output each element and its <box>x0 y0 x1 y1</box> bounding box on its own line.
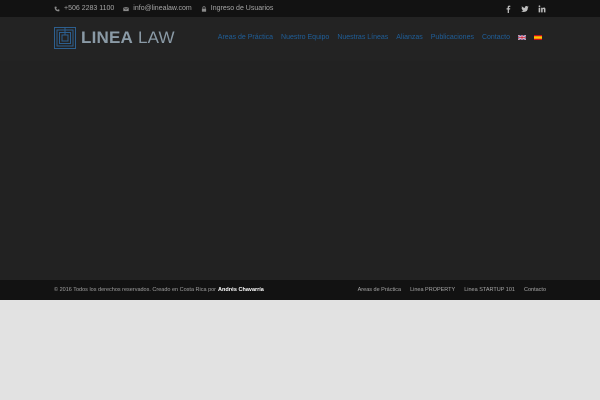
site-logo[interactable]: LINEA LAW <box>54 27 175 49</box>
email-item[interactable]: info@linealaw.com <box>123 5 192 12</box>
nav-item-nuestras-lineas[interactable]: Nuestras Líneas <box>337 34 388 41</box>
twitter-icon[interactable] <box>521 5 529 13</box>
author-link[interactable]: Andrés Chavarría <box>218 287 264 293</box>
footer-link-linea-startup[interactable]: Linea STARTUP 101 <box>464 287 515 293</box>
nav-item-areas-de-practica[interactable]: Areas de Práctica <box>218 34 273 41</box>
login-text: Ingreso de Usuarios <box>210 5 274 12</box>
envelope-icon <box>123 6 130 12</box>
main-nav: Areas de Práctica Nuestro Equipo Nuestra… <box>210 34 542 41</box>
facebook-icon[interactable] <box>504 5 512 13</box>
logo-word-linea: LINEA <box>81 28 133 47</box>
nav-item-alianzas[interactable]: Alianzas <box>396 34 422 41</box>
nav-item-contacto[interactable]: Contacto <box>482 34 510 41</box>
footer-link-areas-de-practica[interactable]: Areas de Práctica <box>358 287 401 293</box>
page-background <box>0 300 600 400</box>
footer-link-linea-property[interactable]: Linea PROPERTY <box>410 287 455 293</box>
logo-mark-icon <box>54 27 76 49</box>
linkedin-icon[interactable] <box>538 4 546 13</box>
uk-flag-icon[interactable] <box>518 35 526 40</box>
main-content <box>0 61 600 280</box>
footer-nav: Areas de Práctica Linea PROPERTY Linea S… <box>349 280 546 300</box>
spain-flag-icon[interactable] <box>534 35 542 40</box>
contact-info: +506 2283 1100 info@linealaw.com Ingreso… <box>54 0 282 17</box>
social-links <box>495 0 546 17</box>
site-footer: © 2016 Todos los derechos reservados. Cr… <box>0 280 600 300</box>
login-item[interactable]: Ingreso de Usuarios <box>201 5 274 12</box>
nav-item-nuestro-equipo[interactable]: Nuestro Equipo <box>281 34 329 41</box>
copyright-text: © 2016 Todos los derechos reservados. Cr… <box>54 287 217 293</box>
phone-text: +506 2283 1100 <box>64 5 115 12</box>
logo-word-law: LAW <box>137 28 175 47</box>
site-header: LINEA LAW Areas de Práctica Nuestro Equi… <box>0 17 600 61</box>
nav-item-publicaciones[interactable]: Publicaciones <box>431 34 474 41</box>
email-text: info@linealaw.com <box>133 5 192 12</box>
phone-item[interactable]: +506 2283 1100 <box>54 5 114 12</box>
phone-icon <box>54 6 60 12</box>
logo-wordmark: LINEA LAW <box>81 27 175 49</box>
top-bar: +506 2283 1100 info@linealaw.com Ingreso… <box>0 0 600 17</box>
footer-link-contacto[interactable]: Contacto <box>524 287 546 293</box>
lock-icon <box>201 5 207 12</box>
copyright: © 2016 Todos los derechos reservados. Cr… <box>54 280 264 300</box>
